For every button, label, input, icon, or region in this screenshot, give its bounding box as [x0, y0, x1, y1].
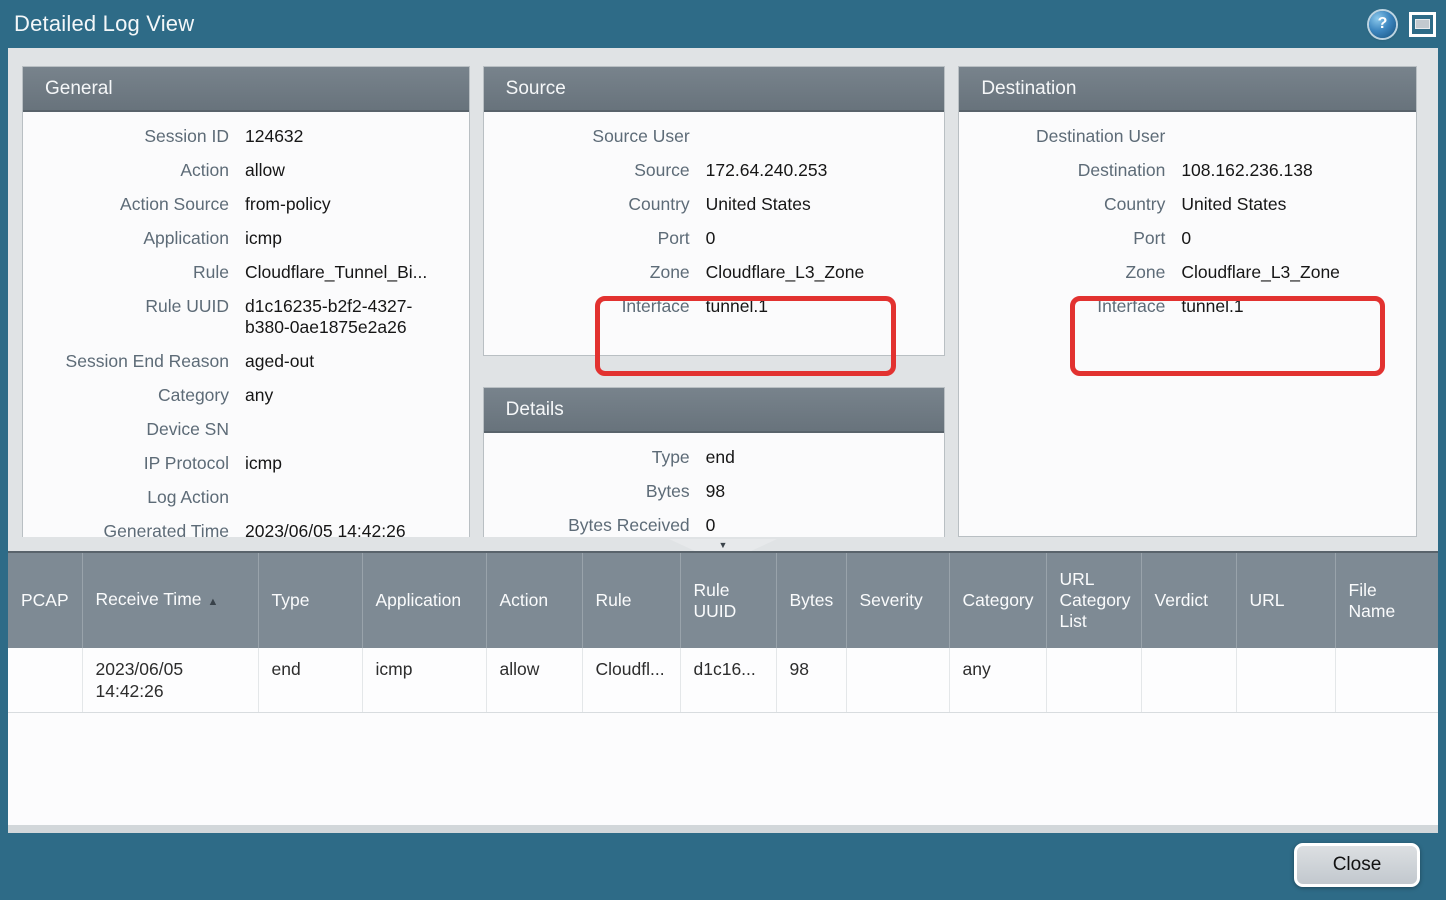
field-destination-interface: Interfacetunnel.1	[959, 296, 1400, 317]
column-header-application[interactable]: Application	[362, 553, 486, 648]
column-header-action[interactable]: Action	[486, 553, 582, 648]
field-source-country: CountryUnited States	[484, 194, 929, 215]
log-table-section: PCAP Receive Time▲ Type Application Acti…	[8, 551, 1438, 825]
cell-bytes: 98	[776, 648, 846, 712]
chevron-down-icon: ▼	[719, 541, 728, 550]
dialog-footer: Close	[0, 833, 1446, 900]
cell-category: any	[949, 648, 1046, 712]
field-destination-user: Destination User	[959, 126, 1400, 147]
details-panel-title: Details	[484, 388, 945, 433]
cell-rule-uuid: d1c16...	[680, 648, 776, 712]
column-header-receive-time[interactable]: Receive Time▲	[82, 553, 258, 648]
column-header-severity[interactable]: Severity	[846, 553, 949, 648]
log-detail-panels: General Session ID124632 Actionallow Act…	[8, 48, 1438, 537]
field-generated-time: Generated Time2023/06/05 14:42:26	[23, 521, 453, 537]
help-icon[interactable]: ?	[1369, 11, 1396, 38]
cell-receive-time: 2023/06/05 14:42:26	[82, 648, 258, 712]
column-header-pcap[interactable]: PCAP	[8, 553, 82, 648]
cell-severity	[846, 648, 949, 712]
source-panel-title: Source	[484, 67, 945, 112]
field-destination: Destination108.162.236.138	[959, 160, 1400, 181]
column-header-type[interactable]: Type	[258, 553, 362, 648]
splitter-collapse-handle[interactable]: ▼	[669, 539, 777, 551]
close-button[interactable]: Close	[1294, 843, 1420, 887]
panel-table-splitter: ▼	[8, 537, 1438, 551]
field-destination-country: CountryUnited States	[959, 194, 1400, 215]
field-device-sn: Device SN	[23, 419, 453, 440]
window-icon[interactable]	[1409, 12, 1436, 37]
general-panel: General Session ID124632 Actionallow Act…	[22, 66, 470, 537]
field-source-user: Source User	[484, 126, 929, 147]
log-table-row[interactable]: 2023/06/05 14:42:26 end icmp allow Cloud…	[8, 648, 1438, 712]
general-panel-title: General	[23, 67, 469, 112]
detailed-log-view-dialog: Detailed Log View ? General Session ID12…	[0, 0, 1446, 900]
cell-url-category-list	[1046, 648, 1141, 712]
field-rule: RuleCloudflare_Tunnel_Bi...	[23, 262, 453, 283]
table-bottom-scroll-strip	[8, 825, 1438, 833]
cell-file-name	[1335, 648, 1438, 712]
field-destination-zone: ZoneCloudflare_L3_Zone	[959, 262, 1400, 283]
log-table: PCAP Receive Time▲ Type Application Acti…	[8, 553, 1438, 713]
column-header-category[interactable]: Category	[949, 553, 1046, 648]
column-header-rule-uuid[interactable]: Rule UUID	[680, 553, 776, 648]
destination-panel-title: Destination	[959, 67, 1416, 112]
dialog-title: Detailed Log View	[14, 11, 1369, 37]
field-bytes-received: Bytes Received0	[484, 515, 929, 536]
cell-pcap	[8, 648, 82, 712]
window-icon-inner	[1415, 19, 1430, 29]
field-action: Actionallow	[23, 160, 453, 181]
cell-rule: Cloudfl...	[582, 648, 680, 712]
title-bar-icons: ?	[1369, 11, 1436, 38]
field-source-port: Port0	[484, 228, 929, 249]
field-destination-port: Port0	[959, 228, 1400, 249]
field-action-source: Action Sourcefrom-policy	[23, 194, 453, 215]
column-header-url[interactable]: URL	[1236, 553, 1335, 648]
column-header-bytes[interactable]: Bytes	[776, 553, 846, 648]
field-ip-protocol: IP Protocolicmp	[23, 453, 453, 474]
log-table-header-row: PCAP Receive Time▲ Type Application Acti…	[8, 553, 1438, 648]
column-header-verdict[interactable]: Verdict	[1141, 553, 1236, 648]
column-header-file-name[interactable]: File Name	[1335, 553, 1438, 648]
cell-verdict	[1141, 648, 1236, 712]
field-source: Source172.64.240.253	[484, 160, 929, 181]
column-header-url-category-list[interactable]: URL Category List	[1046, 553, 1141, 648]
field-source-zone: ZoneCloudflare_L3_Zone	[484, 262, 929, 283]
general-panel-body: Session ID124632 Actionallow Action Sour…	[23, 112, 469, 537]
field-category: Categoryany	[23, 385, 453, 406]
destination-panel: Destination Destination User Destination…	[958, 66, 1417, 537]
cell-application: icmp	[362, 648, 486, 712]
field-session-end-reason: Session End Reasonaged-out	[23, 351, 453, 372]
source-panel-body: Source User Source172.64.240.253 Country…	[484, 112, 945, 355]
title-bar: Detailed Log View ?	[0, 0, 1446, 48]
field-bytes: Bytes98	[484, 481, 929, 502]
destination-panel-body: Destination User Destination108.162.236.…	[959, 112, 1416, 536]
cell-action: allow	[486, 648, 582, 712]
field-source-interface: Interfacetunnel.1	[484, 296, 929, 317]
field-type: Typeend	[484, 447, 929, 468]
field-application: Applicationicmp	[23, 228, 453, 249]
field-log-action: Log Action	[23, 487, 453, 508]
details-panel: Details Typeend Bytes98 Bytes Received0	[483, 387, 946, 537]
cell-url	[1236, 648, 1335, 712]
field-session-id: Session ID124632	[23, 126, 453, 147]
sort-ascending-icon: ▲	[208, 596, 219, 608]
column-header-rule[interactable]: Rule	[582, 553, 680, 648]
field-rule-uuid: Rule UUIDd1c16235-b2f2-4327-b380-0ae1875…	[23, 296, 453, 338]
cell-type: end	[258, 648, 362, 712]
details-panel-body: Typeend Bytes98 Bytes Received0	[484, 433, 945, 537]
source-panel: Source Source User Source172.64.240.253 …	[483, 66, 946, 356]
